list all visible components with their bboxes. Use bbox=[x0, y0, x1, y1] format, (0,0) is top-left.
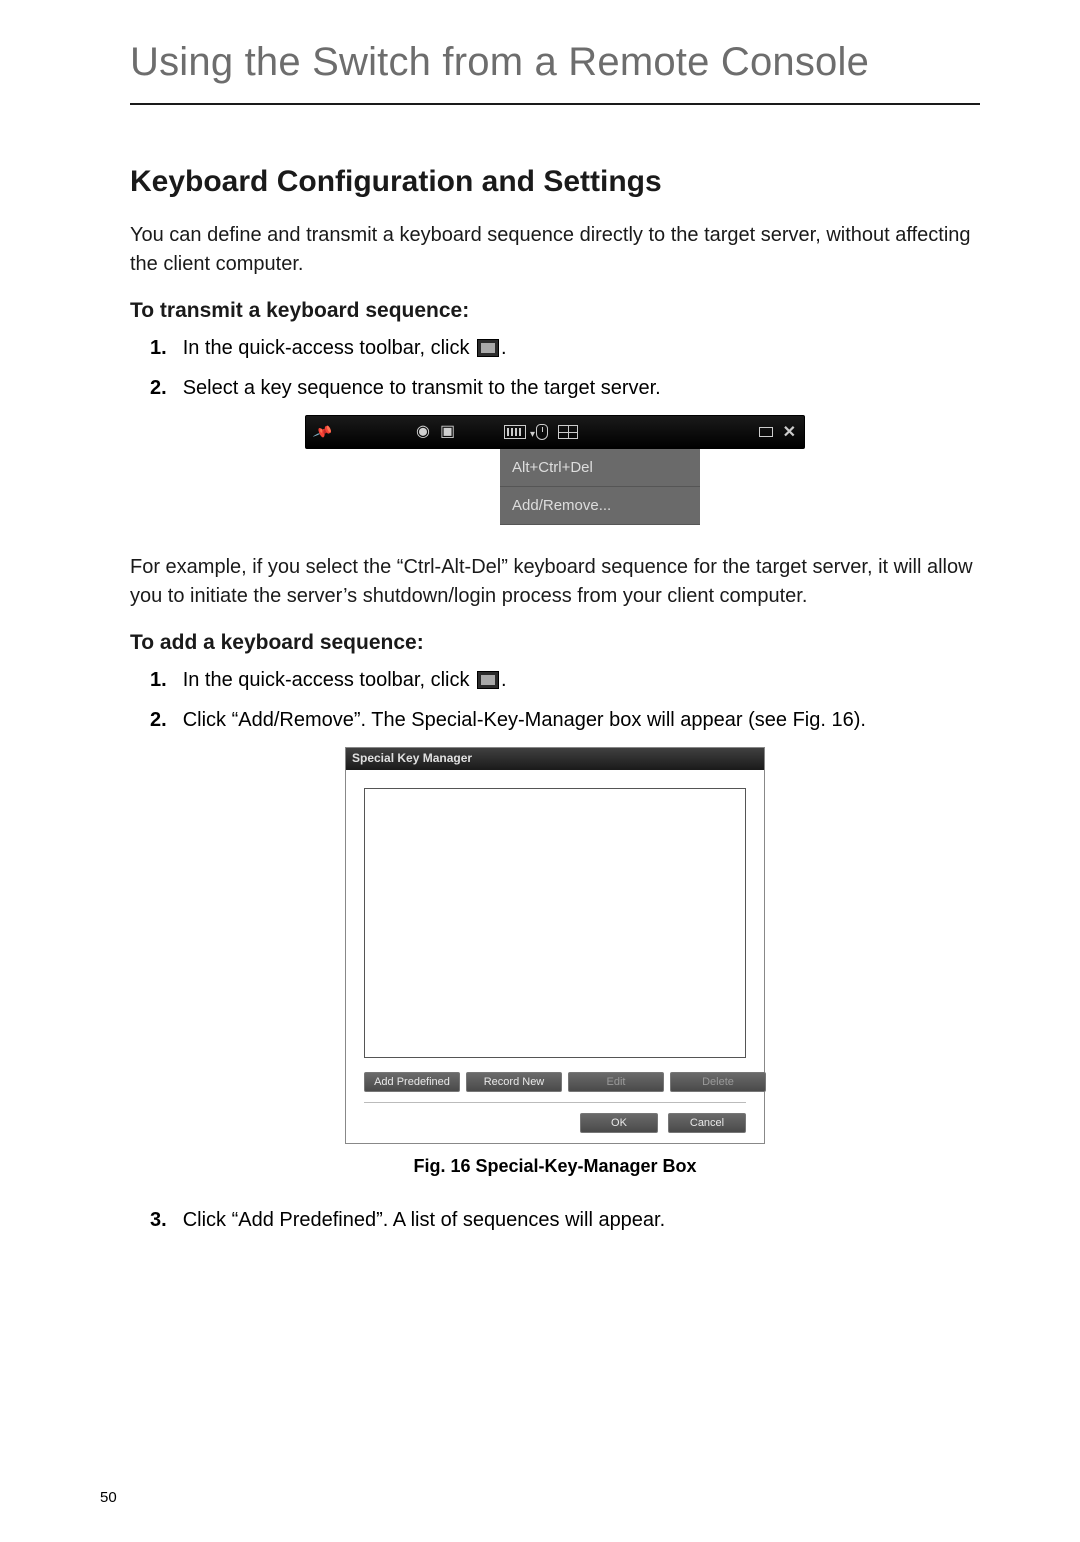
step-text: In the quick-access toolbar, click bbox=[183, 669, 475, 691]
session-icon[interactable]: ◉ bbox=[416, 424, 430, 440]
step-text-b: . bbox=[501, 337, 507, 359]
step-text-b: . bbox=[501, 669, 507, 691]
keyboard-dropdown-menu: Alt+Ctrl+Del Add/Remove... bbox=[500, 449, 700, 525]
skm-titlebar: Special Key Manager bbox=[346, 748, 764, 770]
transmit-step-1: In the quick-access toolbar, click . bbox=[183, 333, 980, 363]
step-number: 2. bbox=[130, 373, 167, 403]
add-step-3: Click “Add Predefined”. A list of sequen… bbox=[183, 1205, 980, 1235]
add-step-2: Click “Add/Remove”. The Special-Key-Mana… bbox=[183, 705, 980, 735]
add-step-1: In the quick-access toolbar, click . bbox=[183, 665, 980, 695]
step-number: 1. bbox=[130, 665, 167, 695]
section-title: Keyboard Configuration and Settings bbox=[130, 165, 980, 199]
add-predefined-button[interactable]: Add Predefined bbox=[364, 1072, 460, 1092]
delete-button[interactable]: Delete bbox=[670, 1072, 766, 1092]
keyboard-icon bbox=[477, 339, 499, 357]
ok-button[interactable]: OK bbox=[580, 1113, 658, 1133]
record-new-button[interactable]: Record New bbox=[466, 1072, 562, 1092]
keyboard-icon bbox=[477, 671, 499, 689]
pin-icon[interactable]: 📌 bbox=[312, 421, 334, 443]
transmit-subtitle: To transmit a keyboard sequence: bbox=[130, 299, 980, 323]
cancel-button[interactable]: Cancel bbox=[668, 1113, 746, 1133]
minimize-icon[interactable] bbox=[759, 427, 773, 437]
dropdown-item-add-remove[interactable]: Add/Remove... bbox=[500, 487, 700, 525]
toolbar-figure: 📌 ◉ ▣ ✕ Alt+Ctrl+Del Add/Remove... bbox=[305, 415, 805, 525]
intro-paragraph: You can define and transmit a keyboard s… bbox=[130, 221, 980, 279]
step-number: 3. bbox=[130, 1205, 167, 1235]
edit-button[interactable]: Edit bbox=[568, 1072, 664, 1092]
step-number: 1. bbox=[130, 333, 167, 363]
special-key-manager-dialog: Special Key Manager Add Predefined Recor… bbox=[345, 747, 765, 1144]
transmit-example-paragraph: For example, if you select the “Ctrl-Alt… bbox=[130, 553, 980, 611]
add-subtitle: To add a keyboard sequence: bbox=[130, 631, 980, 655]
skm-figure-wrapper: Special Key Manager Add Predefined Recor… bbox=[345, 747, 765, 1177]
step-text: In the quick-access toolbar, click bbox=[183, 337, 475, 359]
transmit-step-2: Select a key sequence to transmit to the… bbox=[183, 373, 980, 403]
figure-caption: Fig. 16 Special-Key-Manager Box bbox=[345, 1156, 765, 1177]
header-divider bbox=[130, 103, 980, 105]
add-steps: 1. In the quick-access toolbar, click . … bbox=[130, 665, 980, 735]
video-icon[interactable]: ▣ bbox=[440, 424, 455, 440]
close-icon[interactable]: ✕ bbox=[783, 422, 796, 442]
step-number: 2. bbox=[130, 705, 167, 735]
dropdown-item-alt-ctrl-del[interactable]: Alt+Ctrl+Del bbox=[500, 449, 700, 487]
page-number: 50 bbox=[100, 1489, 117, 1506]
quick-access-toolbar: 📌 ◉ ▣ ✕ bbox=[305, 415, 805, 449]
page-header-title: Using the Switch from a Remote Console bbox=[130, 40, 980, 85]
skm-divider bbox=[364, 1102, 746, 1103]
performance-icon[interactable] bbox=[558, 425, 578, 439]
skm-key-list[interactable] bbox=[364, 788, 746, 1058]
transmit-steps: 1. In the quick-access toolbar, click . … bbox=[130, 333, 980, 403]
mouse-icon[interactable] bbox=[536, 424, 548, 440]
add-steps-cont: 3. Click “Add Predefined”. A list of seq… bbox=[130, 1205, 980, 1235]
keyboard-dropdown-icon[interactable] bbox=[504, 425, 526, 439]
